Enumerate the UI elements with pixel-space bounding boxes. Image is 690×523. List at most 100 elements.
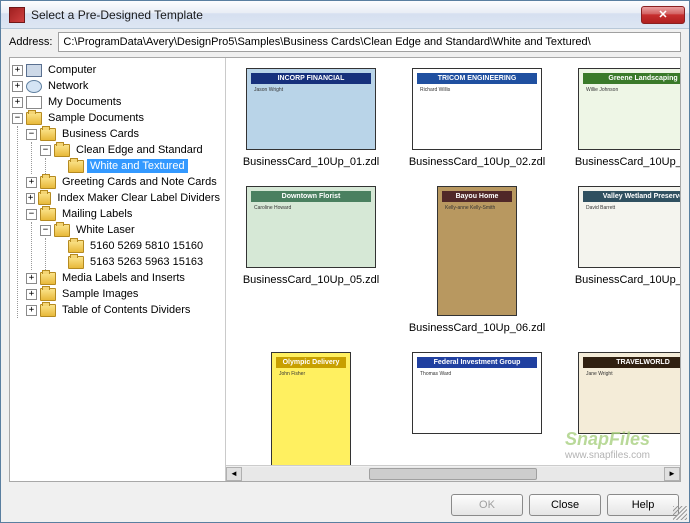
expander-icon[interactable]	[26, 289, 37, 300]
tree-index-maker[interactable]: Index Maker Clear Label Dividers	[54, 191, 223, 205]
expander-icon[interactable]	[26, 305, 37, 316]
folder-icon	[26, 112, 42, 125]
window-title: Select a Pre-Designed Template	[31, 8, 641, 22]
folder-icon	[40, 272, 56, 285]
expander-icon[interactable]	[40, 145, 51, 156]
template-thumbnail[interactable]: INCORP FINANCIALJason Wright BusinessCard…	[236, 68, 386, 168]
template-thumbnail[interactable]: TRICOM ENGINEERINGRichard Willis Business…	[402, 68, 552, 168]
template-name: David Barrett	[583, 202, 680, 263]
template-name: Richard Willis	[417, 84, 537, 145]
address-label: Address:	[9, 36, 52, 48]
tree-toc[interactable]: Table of Contents Dividers	[59, 303, 193, 317]
address-bar: Address:	[1, 29, 689, 55]
tree-clean-edge[interactable]: Clean Edge and Standard	[73, 143, 206, 157]
scroll-left-arrow-icon[interactable]: ◄	[226, 467, 242, 481]
template-title: Federal Investment Group	[417, 357, 537, 368]
expander-icon[interactable]	[26, 273, 37, 284]
template-filename: BusinessCard_10Up_02.zdl	[409, 156, 545, 168]
tree-business-cards[interactable]: Business Cards	[59, 127, 142, 141]
template-name: John Fisher	[276, 368, 346, 477]
tree-network[interactable]: Network	[45, 79, 91, 93]
tree-sampledocs[interactable]: Sample Documents	[45, 111, 147, 125]
template-name: Kelly-anne Kelly-Smith	[442, 202, 512, 311]
template-name: Caroline Howard	[251, 202, 371, 263]
expander-icon[interactable]	[26, 129, 37, 140]
address-input[interactable]	[58, 32, 681, 52]
expander-icon[interactable]	[26, 193, 35, 204]
tree-white-laser[interactable]: White Laser	[73, 223, 138, 237]
template-title: Greene Landscaping	[583, 73, 680, 84]
tree-code2[interactable]: 5163 5263 5963 15163	[87, 255, 206, 269]
folder-icon	[68, 240, 84, 253]
template-name: Jane Wright	[583, 368, 680, 429]
template-filename: BusinessCard_10Up_01.zdl	[243, 156, 379, 168]
close-icon: ✕	[658, 8, 667, 21]
template-filename: BusinessCard_10Up_04.zdl	[575, 156, 680, 168]
folder-icon	[40, 304, 56, 317]
template-title: Downtown Florist	[251, 191, 371, 202]
resize-grip[interactable]	[673, 506, 687, 520]
template-preview: Bayou HomeKelly-anne Kelly-Smith	[437, 186, 517, 316]
template-thumbnail[interactable]: TRAVELWORLDJane Wright	[568, 352, 680, 481]
template-thumbnail[interactable]: Federal Investment GroupThomas Ward	[402, 352, 552, 481]
template-preview: TRAVELWORLDJane Wright	[578, 352, 680, 434]
template-name: Jason Wright	[251, 84, 371, 145]
computer-icon	[26, 64, 42, 77]
template-title: Olympic Delivery	[276, 357, 346, 368]
tree-code1[interactable]: 5160 5269 5810 15160	[87, 239, 206, 253]
template-title: Bayou Home	[442, 191, 512, 202]
folder-icon	[40, 176, 56, 189]
expander-icon[interactable]	[12, 65, 23, 76]
tree-white-textured[interactable]: White and Textured	[87, 159, 188, 173]
template-name: Willie Johnson	[583, 84, 680, 145]
tree-mydocs[interactable]: My Documents	[45, 95, 124, 109]
tree-mailing[interactable]: Mailing Labels	[59, 207, 135, 221]
expander-icon[interactable]	[26, 177, 37, 188]
folder-icon	[40, 208, 56, 221]
template-thumbnail[interactable]: Greene LandscapingWillie Johnson Business…	[568, 68, 680, 168]
folder-icon	[40, 128, 56, 141]
folder-icon	[54, 144, 70, 157]
help-button[interactable]: Help	[607, 494, 679, 516]
dialog-window: Select a Pre-Designed Template ✕ Address…	[0, 0, 690, 523]
template-preview: TRICOM ENGINEERINGRichard Willis	[412, 68, 542, 150]
scroll-track[interactable]	[242, 467, 664, 481]
app-icon	[9, 7, 25, 23]
window-close-button[interactable]: ✕	[641, 6, 685, 24]
tree-computer[interactable]: Computer	[45, 63, 99, 77]
template-name: Thomas Ward	[417, 368, 537, 429]
template-title: TRAVELWORLD	[583, 357, 680, 368]
template-title: TRICOM ENGINEERING	[417, 73, 537, 84]
template-filename: BusinessCard_10Up_08.zdl	[575, 274, 680, 286]
ok-button[interactable]: OK	[451, 494, 523, 516]
template-filename: BusinessCard_10Up_05.zdl	[243, 274, 379, 286]
template-thumbnail[interactable]: Downtown FloristCaroline Howard BusinessC…	[236, 186, 386, 334]
template-thumbnail[interactable]: Valley Wetland PreserveDavid Barrett Busi…	[568, 186, 680, 334]
expander-icon[interactable]	[40, 225, 51, 236]
scroll-right-arrow-icon[interactable]: ►	[664, 467, 680, 481]
dialog-footer: OK Close Help	[1, 488, 689, 522]
expander-icon[interactable]	[12, 113, 23, 124]
template-preview: Olympic DeliveryJohn Fisher	[271, 352, 351, 481]
template-preview: Greene LandscapingWillie Johnson	[578, 68, 680, 150]
template-preview: INCORP FINANCIALJason Wright	[246, 68, 376, 150]
expander-icon[interactable]	[26, 209, 37, 220]
tree-greeting[interactable]: Greeting Cards and Note Cards	[59, 175, 220, 189]
template-thumbnail[interactable]: Bayou HomeKelly-anne Kelly-SmithBusiness…	[402, 186, 552, 334]
close-button[interactable]: Close	[529, 494, 601, 516]
folder-tree[interactable]: Computer Network My Documents Sample Doc…	[10, 58, 226, 481]
horizontal-scrollbar[interactable]: ◄ ►	[226, 465, 680, 481]
folder-icon	[40, 288, 56, 301]
template-preview: Downtown FloristCaroline Howard	[246, 186, 376, 268]
template-title: Valley Wetland Preserve	[583, 191, 680, 202]
expander-icon[interactable]	[12, 81, 23, 92]
scroll-thumb[interactable]	[369, 468, 538, 480]
template-preview: Valley Wetland PreserveDavid Barrett	[578, 186, 680, 268]
template-thumbnail[interactable]: Olympic DeliveryJohn Fisher	[236, 352, 386, 481]
network-icon	[26, 80, 42, 93]
folder-icon	[54, 224, 70, 237]
expander-icon[interactable]	[12, 97, 23, 108]
documents-icon	[26, 96, 42, 109]
tree-sample-images[interactable]: Sample Images	[59, 287, 141, 301]
tree-media[interactable]: Media Labels and Inserts	[59, 271, 188, 285]
